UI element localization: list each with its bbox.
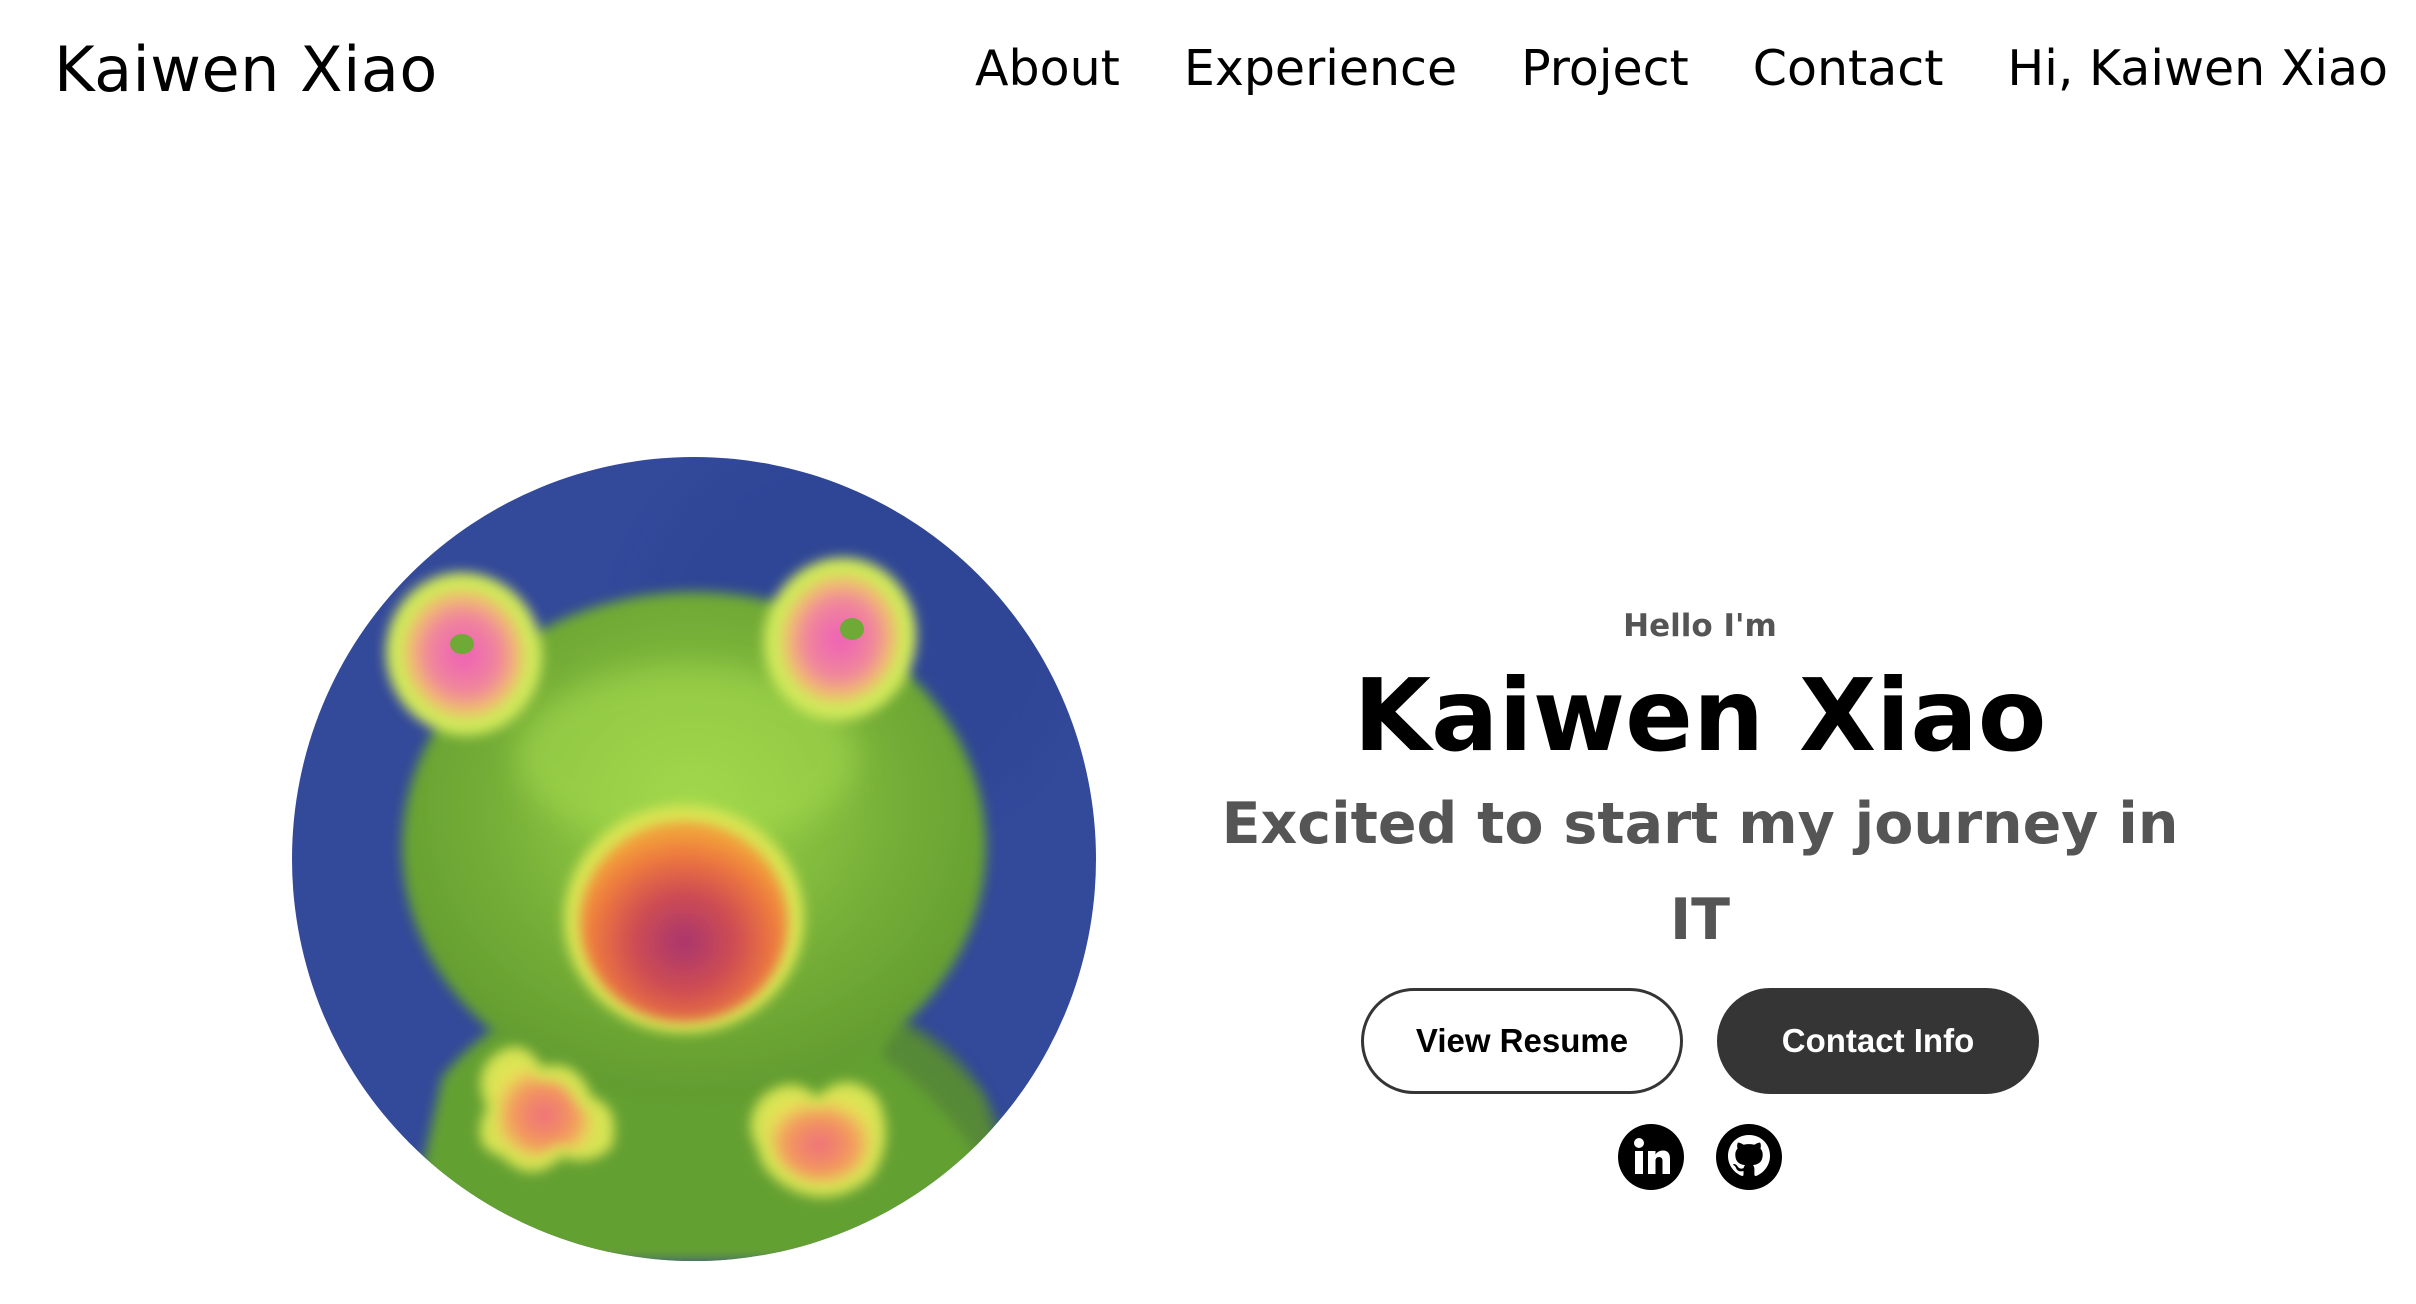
- nav-item-experience: Experience: [1184, 38, 1457, 100]
- nav-item-about: About: [975, 38, 1120, 100]
- nav-link-user-greeting[interactable]: Hi, Kaiwen Xiao: [2007, 40, 2388, 97]
- view-resume-button[interactable]: View Resume: [1361, 988, 1683, 1094]
- nav-link-experience[interactable]: Experience: [1184, 40, 1457, 97]
- nav-item-user: Hi, Kaiwen Xiao: [2007, 38, 2388, 100]
- social-links: [1200, 1124, 2200, 1190]
- hero-name: Kaiwen Xiao: [1353, 657, 2047, 774]
- hero-section: Hello I'm Kaiwen Xiao Excited to start m…: [1200, 596, 2200, 1190]
- contact-info-button[interactable]: Contact Info: [1717, 988, 2039, 1094]
- nav-link-about[interactable]: About: [975, 40, 1120, 97]
- nav-link-project[interactable]: Project: [1521, 40, 1689, 97]
- nav-item-contact: Contact: [1753, 38, 1944, 100]
- linkedin-icon[interactable]: [1618, 1124, 1684, 1190]
- hero-greeting: Hello I'm: [1623, 608, 1777, 644]
- site-logo[interactable]: Kaiwen Xiao: [54, 32, 438, 108]
- github-icon[interactable]: [1716, 1124, 1782, 1190]
- frog-avatar-image: [292, 457, 1096, 1261]
- hero-tagline: Excited to start my journey in IT: [1221, 791, 2179, 953]
- hero-buttons: View Resume Contact Info: [1200, 988, 2200, 1094]
- navbar: Kaiwen Xiao About Experience Project Con…: [0, 0, 2416, 140]
- nav-link-contact[interactable]: Contact: [1753, 40, 1944, 97]
- nav-links: About Experience Project Contact Hi, Kai…: [975, 38, 2388, 100]
- nav-item-project: Project: [1521, 38, 1689, 100]
- profile-avatar: [292, 457, 1096, 1261]
